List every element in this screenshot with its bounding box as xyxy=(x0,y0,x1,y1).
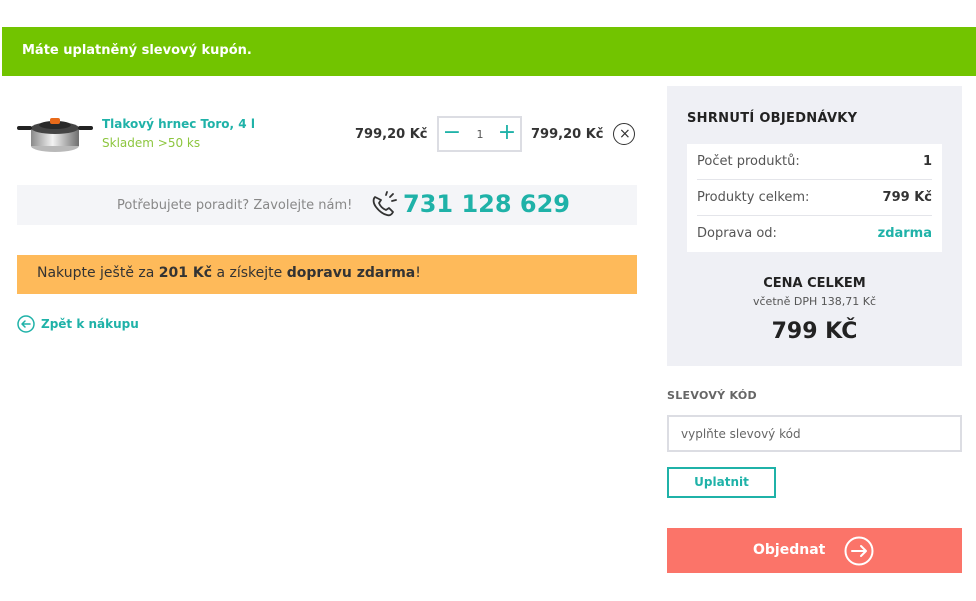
phone-icon xyxy=(372,191,397,217)
shipping-amount: 201 Kč xyxy=(158,265,213,281)
total-label: CENA CELKEM xyxy=(763,276,866,291)
order-summary: SHRNUTÍ OBJEDNÁVKY Počet produktů: 1 Pro… xyxy=(667,86,962,366)
summary-row-count: Počet produktů: 1 xyxy=(697,144,932,180)
shipping-suffix: ! xyxy=(415,265,421,281)
shipping-prefix: Nakupte ještě za xyxy=(37,265,159,281)
total-value: 799 KČ xyxy=(771,319,858,344)
quantity-increase-button[interactable]: + xyxy=(497,122,517,145)
summary-row-value: 799 Kč xyxy=(882,190,932,205)
summary-row-products: Produkty celkem: 799 Kč xyxy=(697,180,932,216)
summary-row-value: 1 xyxy=(922,154,932,169)
discount-code-input[interactable] xyxy=(667,415,962,452)
shipping-middle: a získejte xyxy=(212,265,287,281)
shipping-highlight: dopravu zdarma xyxy=(286,265,416,281)
discount-label: SLEVOVÝ KÓD xyxy=(667,389,757,402)
summary-row-label: Počet produktů: xyxy=(697,154,800,169)
product-image[interactable] xyxy=(17,112,93,156)
remove-item-button[interactable]: × xyxy=(613,123,635,145)
coupon-applied-banner: Máte uplatněný slevový kupón. xyxy=(2,27,976,76)
summary-row-label: Doprava od: xyxy=(697,226,777,241)
summary-title: SHRNUTÍ OBJEDNÁVKY xyxy=(687,111,858,126)
summary-row-shipping: Doprava od: zdarma xyxy=(697,216,932,252)
product-stock: Skladem >50 ks xyxy=(102,136,201,150)
phone-number[interactable]: 731 128 629 xyxy=(403,190,570,218)
arrow-left-circle-icon xyxy=(17,315,35,333)
free-shipping-notice: Nakupte ještě za 201 Kč a získejte dopra… xyxy=(17,255,637,294)
banner-text: Máte uplatněný slevový kupón. xyxy=(22,43,252,58)
order-button[interactable]: Objednat xyxy=(667,528,962,573)
order-button-label: Objednat xyxy=(753,542,826,558)
summary-table: Počet produktů: 1 Produkty celkem: 799 K… xyxy=(687,144,942,252)
help-call-box: Potřebujete poradit? Zavolejte nám! 731 … xyxy=(17,185,637,225)
quantity-decrease-button[interactable]: − xyxy=(442,122,462,145)
summary-row-value: zdarma xyxy=(877,226,932,241)
product-name-link[interactable]: Tlakový hrnec Toro, 4 l xyxy=(102,117,255,131)
unit-price: 799,20 Kč xyxy=(355,127,428,142)
total-vat: včetně DPH 138,71 Kč xyxy=(753,295,876,308)
summary-row-label: Produkty celkem: xyxy=(697,190,810,205)
close-icon: × xyxy=(619,126,631,142)
quantity-stepper: − 1 + xyxy=(437,116,522,152)
quantity-value[interactable]: 1 xyxy=(469,128,491,141)
arrow-right-circle-icon xyxy=(844,536,874,566)
line-total-price: 799,20 Kč xyxy=(531,127,604,142)
back-link-label: Zpět k nákupu xyxy=(41,317,139,331)
help-text: Potřebujete poradit? Zavolejte nám! xyxy=(117,198,353,213)
apply-discount-button[interactable]: Uplatnit xyxy=(667,467,776,498)
